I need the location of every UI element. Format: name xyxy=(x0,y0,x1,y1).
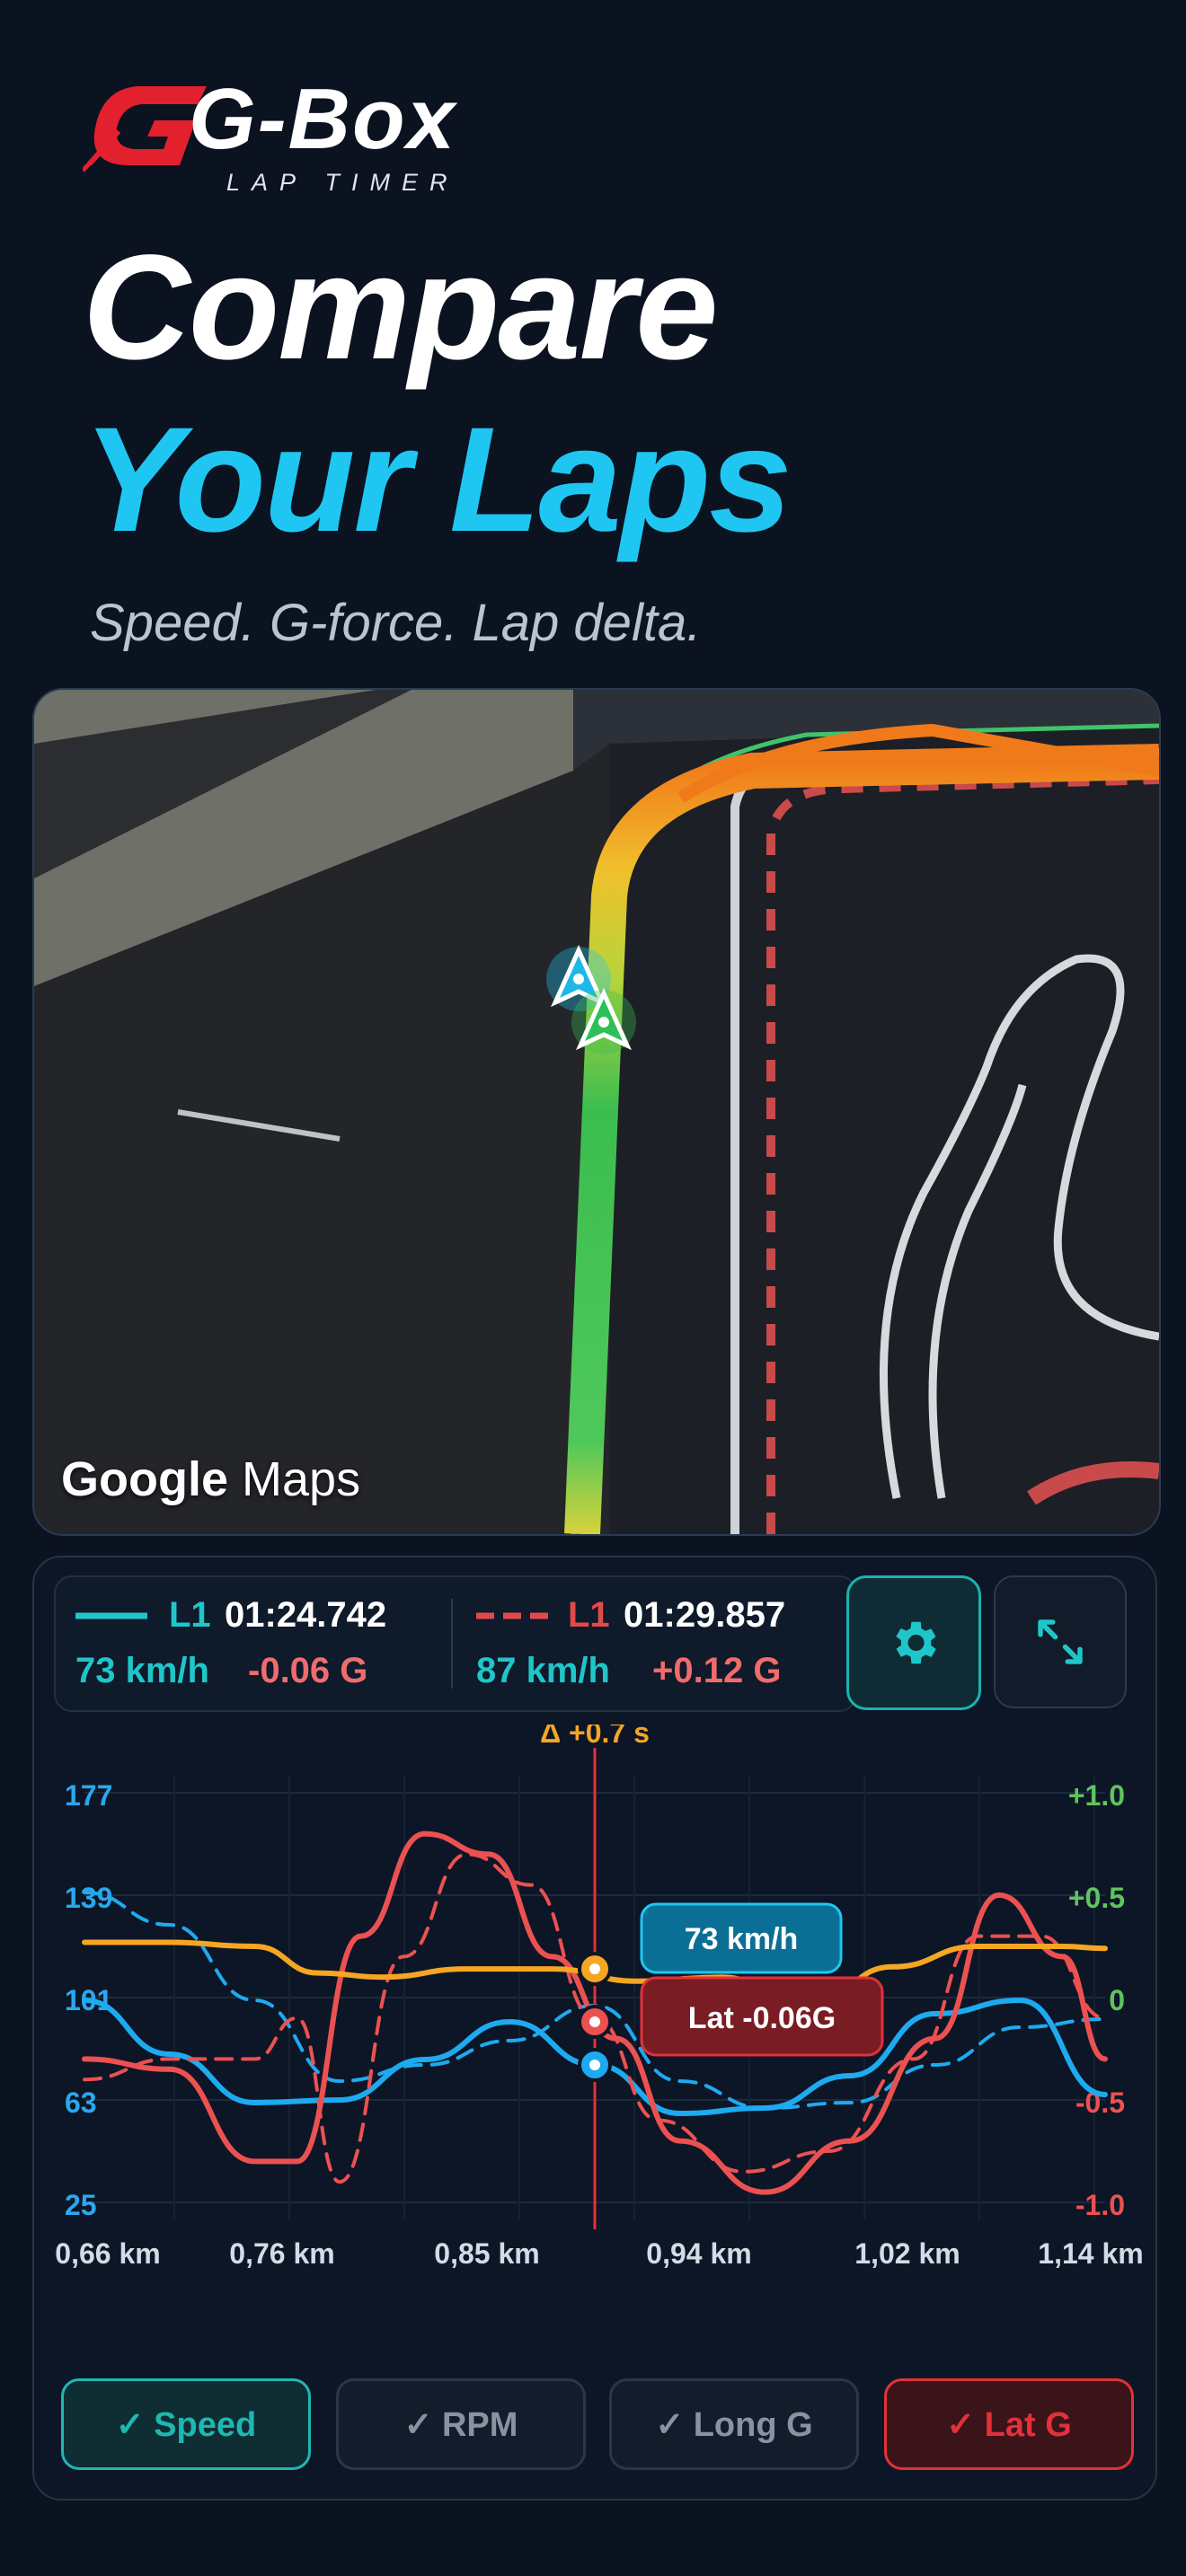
lap-legend: L1 01:24.742 73 km/h -0.06 G L1 01:29.85… xyxy=(54,1575,857,1712)
y-left-tick: 139 xyxy=(65,1882,112,1914)
y-right-tick: 0 xyxy=(1109,1984,1125,2016)
lap2-label: L1 xyxy=(568,1595,610,1635)
comparison-panel: L1 01:24.742 73 km/h -0.06 G L1 01:29.85… xyxy=(32,1556,1157,2501)
cursor-point-center xyxy=(589,1963,600,1975)
lap1-speed: 73 km/h xyxy=(75,1651,209,1690)
telemetry-chart[interactable]: 1771391016325+1.0+0.50-0.5-1.00,66 km 0,7… xyxy=(34,1725,1155,2317)
x-tick: 1,02 km xyxy=(854,2237,960,2270)
brand-name: G-Box xyxy=(189,71,456,167)
lat-tooltip-text: Lat -0.06G xyxy=(688,2001,836,2035)
toggle-rpm[interactable]: ✓ RPM xyxy=(336,2378,586,2470)
headline-line1: Compare xyxy=(83,225,719,391)
y-left-tick: 25 xyxy=(65,2189,97,2221)
x-tick: 0,76 km xyxy=(229,2237,334,2270)
delta-label: Δ +0.7 s xyxy=(540,1725,650,1749)
lap1-g: -0.06 G xyxy=(248,1651,368,1690)
legend-divider xyxy=(451,1599,453,1689)
x-tick: 0,66 km xyxy=(55,2237,160,2270)
settings-button[interactable] xyxy=(846,1575,981,1710)
brand-subtitle: LAP TIMER xyxy=(226,169,459,196)
toggle-speed[interactable]: ✓ Speed xyxy=(61,2378,311,2470)
track-map[interactable]: Google Maps xyxy=(32,688,1161,1536)
channel-toggles: ✓ Speed ✓ RPM ✓ Long G ✓ Lat G xyxy=(61,2378,1134,2470)
lap1-time: 01:24.742 xyxy=(225,1595,387,1635)
y-left-tick: 177 xyxy=(65,1779,112,1812)
gear-icon xyxy=(896,1621,936,1664)
x-tick: 1,14 km xyxy=(1038,2237,1143,2270)
expand-icon xyxy=(1038,1619,1083,1664)
headline-line2: Your Laps xyxy=(83,397,792,563)
lap1-label: L1 xyxy=(169,1595,211,1635)
map-attribution: Google Maps xyxy=(61,1452,361,1506)
y-right-tick: +0.5 xyxy=(1068,1882,1125,1914)
toggle-lat-g[interactable]: ✓ Lat G xyxy=(884,2378,1134,2470)
y-right-tick: +1.0 xyxy=(1068,1779,1125,1812)
cursor-point-center xyxy=(589,2016,600,2027)
y-right-tick: -1.0 xyxy=(1075,2189,1125,2221)
x-tick: 0,94 km xyxy=(646,2237,751,2270)
cursor-point-center xyxy=(589,2060,600,2070)
tagline: Speed. G-force. Lap delta. xyxy=(90,594,702,652)
lap2-g: +0.12 G xyxy=(652,1651,782,1690)
expand-button[interactable] xyxy=(994,1575,1127,1708)
lap2-speed: 87 km/h xyxy=(476,1651,610,1690)
toggle-long-g[interactable]: ✓ Long G xyxy=(609,2378,859,2470)
brand-logo: G-Box LAP TIMER xyxy=(83,70,478,196)
x-tick: 0,85 km xyxy=(434,2237,539,2270)
y-left-tick: 63 xyxy=(65,2086,97,2119)
lap2-line-swatch xyxy=(476,1612,552,1619)
speed-tooltip-text: 73 km/h xyxy=(685,1922,799,1956)
lap1-line-swatch xyxy=(75,1612,147,1619)
lap2-time: 01:29.857 xyxy=(624,1595,786,1635)
